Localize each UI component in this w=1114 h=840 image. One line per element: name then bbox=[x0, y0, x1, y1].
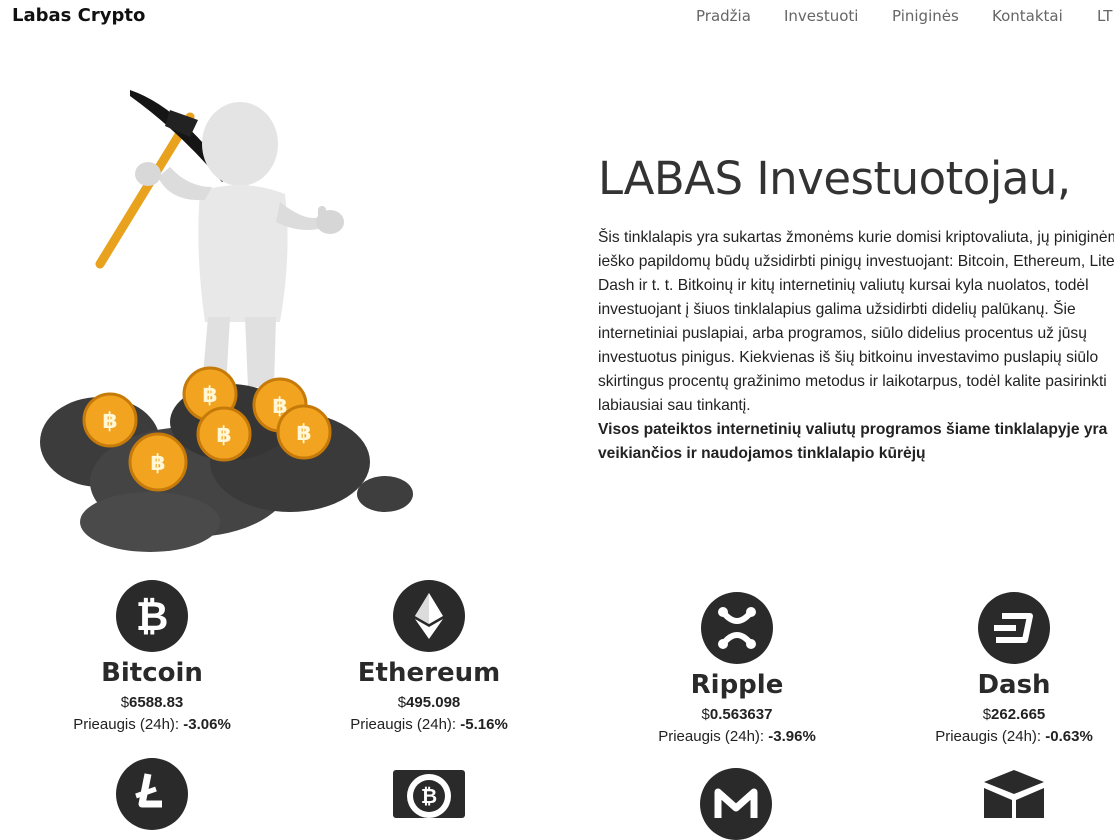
svg-text:฿: ฿ bbox=[102, 409, 117, 434]
coin-name: Ripple bbox=[690, 670, 784, 700]
ethereum-icon bbox=[393, 580, 465, 652]
coin-card-bitcoin: ₿ Bitcoin $6588.83 Prieaugis (24h): -3.0… bbox=[32, 580, 272, 736]
coin-card-ripple: Ripple $0.563637 Prieaugis (24h): -3.96% bbox=[617, 592, 857, 748]
coin-price: $495.098 bbox=[397, 694, 461, 711]
coin-change: Prieaugis (24h): -5.16% bbox=[350, 716, 508, 733]
coin-price: $6588.83 bbox=[120, 694, 184, 711]
coin-name: Dash bbox=[977, 670, 1051, 700]
language-selector[interactable]: LT bbox=[1097, 7, 1112, 25]
coin-name: Bitcoin bbox=[101, 658, 203, 688]
hero-paragraph: Šis tinklalapis yra sukartas žmonėms kur… bbox=[598, 229, 1114, 414]
svg-text:฿: ฿ bbox=[216, 423, 231, 448]
svg-text:฿: ฿ bbox=[202, 383, 217, 408]
svg-text:฿: ฿ bbox=[296, 421, 311, 446]
hero-title: LABAS Investuotojau, bbox=[598, 152, 1071, 205]
coin-card-dash: Dash $262.665 Prieaugis (24h): -0.63% bbox=[894, 592, 1114, 748]
nav-link-kontaktai[interactable]: Kontaktai bbox=[992, 7, 1063, 25]
nav-link-investuoti[interactable]: Investuoti bbox=[784, 7, 858, 25]
coin-name: Ethereum bbox=[357, 658, 501, 688]
litecoin-icon bbox=[116, 758, 188, 830]
miner-illustration: ฿ ฿ ฿ ฿ ฿ ฿ bbox=[40, 90, 413, 552]
coin-change: Prieaugis (24h): -3.06% bbox=[73, 716, 231, 733]
bitcoin-icon: ₿ bbox=[116, 580, 188, 652]
hero-bold-text: Visos pateiktos internetinių valiutų pro… bbox=[598, 421, 1108, 462]
ripple-icon bbox=[701, 592, 773, 664]
nav-link-pradzia[interactable]: Pradžia bbox=[696, 7, 751, 25]
brand-logo[interactable]: Labas Crypto bbox=[12, 5, 145, 26]
bitcoin-cash-icon: ₿ bbox=[393, 770, 465, 818]
svg-text:₿: ₿ bbox=[136, 594, 169, 640]
coin-change: Prieaugis (24h): -0.63% bbox=[935, 728, 1093, 745]
navbar: Labas Crypto Pradžia Investuoti Piniginė… bbox=[0, 0, 1114, 34]
coin-price: $262.665 bbox=[982, 706, 1046, 723]
hero-description: Šis tinklalapis yra sukartas žmonėms kur… bbox=[598, 226, 1114, 466]
coin-price: $0.563637 bbox=[701, 706, 773, 723]
coin-change: Prieaugis (24h): -3.96% bbox=[658, 728, 816, 745]
cube-icon bbox=[978, 768, 1050, 818]
dash-icon bbox=[978, 592, 1050, 664]
svg-text:฿: ฿ bbox=[272, 394, 287, 419]
nav-link-pinigines[interactable]: Piniginės bbox=[892, 7, 959, 25]
svg-text:฿: ฿ bbox=[150, 451, 165, 476]
monero-icon bbox=[700, 768, 772, 840]
coin-card-ethereum: Ethereum $495.098 Prieaugis (24h): -5.16… bbox=[309, 580, 549, 736]
